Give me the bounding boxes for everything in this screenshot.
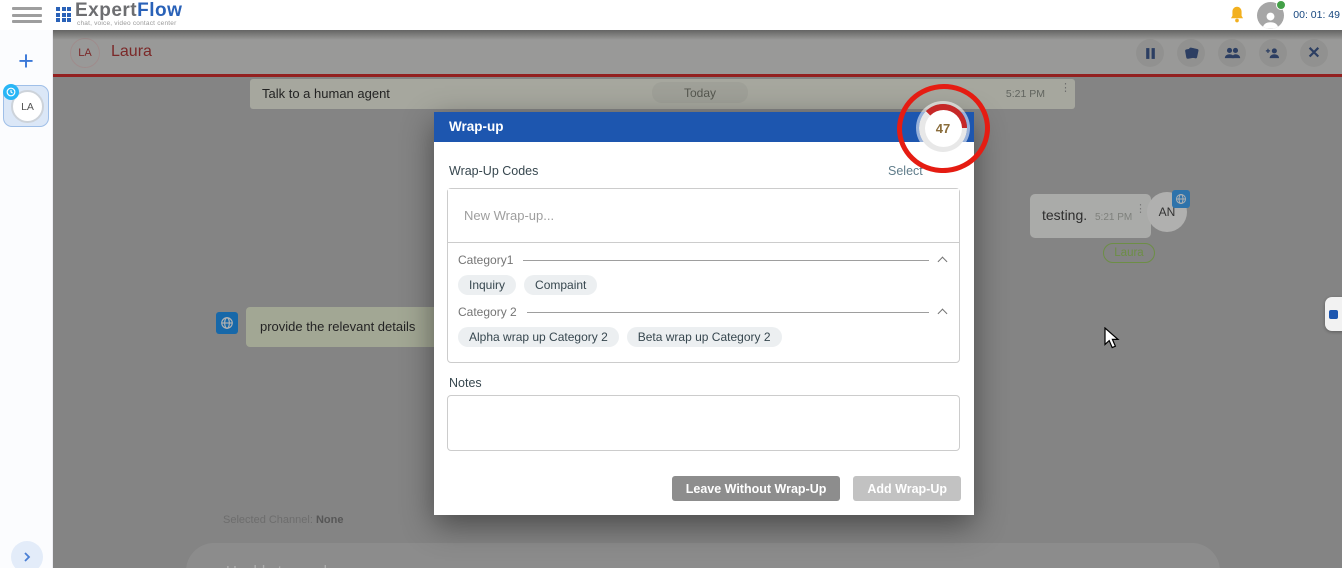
person-icon	[1260, 11, 1281, 29]
modal-title: Wrap-up	[449, 119, 504, 134]
divider	[527, 312, 929, 313]
add-wrapup-button[interactable]: Add Wrap-Up	[853, 476, 961, 501]
category-header: Category1	[458, 249, 949, 271]
collapsed-panel-handle[interactable]	[1325, 297, 1342, 331]
category-name: Category1	[458, 253, 513, 267]
sidebar: + LA	[0, 30, 53, 568]
status-online-dot	[1276, 0, 1286, 10]
wrapup-code-chip[interactable]: Compaint	[524, 275, 597, 295]
wrapup-code-chip[interactable]: Inquiry	[458, 275, 516, 295]
notifications-bell-icon[interactable]	[1226, 4, 1248, 26]
notes-label: Notes	[449, 376, 482, 390]
wrapup-code-chip[interactable]: Beta wrap up Category 2	[627, 327, 782, 347]
add-conversation-button[interactable]: +	[9, 44, 43, 78]
panel-handle-icon	[1329, 310, 1338, 319]
brand-name: ExpertFlow	[75, 1, 182, 20]
wrapup-modal-header: Wrap-up	[434, 112, 974, 142]
pending-clock-badge-icon	[3, 84, 19, 100]
user-avatar[interactable]	[1257, 2, 1284, 29]
wrapup-codes-box: Category1 Inquiry Compaint Category 2 Al…	[447, 188, 960, 363]
session-timer: 00: 01: 49	[1293, 9, 1340, 21]
new-wrapup-input[interactable]	[448, 189, 959, 243]
brand-tagline: chat, voice, video contact center	[77, 21, 182, 28]
leave-without-wrapup-button[interactable]: Leave Without Wrap-Up	[672, 476, 841, 501]
category-list: Category1 Inquiry Compaint Category 2 Al…	[448, 243, 959, 347]
wrapup-codes-label: Wrap-Up Codes	[449, 164, 538, 178]
chevron-right-icon	[21, 551, 33, 563]
expand-sidebar-button[interactable]	[11, 541, 43, 568]
category-header: Category 2	[458, 301, 949, 323]
wrapup-code-chip[interactable]: Alpha wrap up Category 2	[458, 327, 619, 347]
hamburger-menu-icon[interactable]	[12, 7, 42, 23]
wrapup-modal: Wrap-up 47 Wrap-Up Codes Select Category…	[434, 112, 974, 515]
notes-textarea[interactable]	[447, 395, 960, 451]
chevron-up-icon[interactable]	[938, 257, 948, 267]
chevron-up-icon[interactable]	[938, 309, 948, 319]
mouse-cursor	[1104, 327, 1121, 350]
divider	[523, 260, 929, 261]
conversation-chip[interactable]: LA	[3, 85, 49, 127]
topbar: ExpertFlow chat, voice, video contact ce…	[0, 0, 1342, 30]
logo-grid-icon	[56, 7, 71, 22]
category-name: Category 2	[458, 305, 517, 319]
expertflow-logo: ExpertFlow chat, voice, video contact ce…	[56, 1, 182, 28]
app-root: ExpertFlow chat, voice, video contact ce…	[0, 0, 1342, 568]
